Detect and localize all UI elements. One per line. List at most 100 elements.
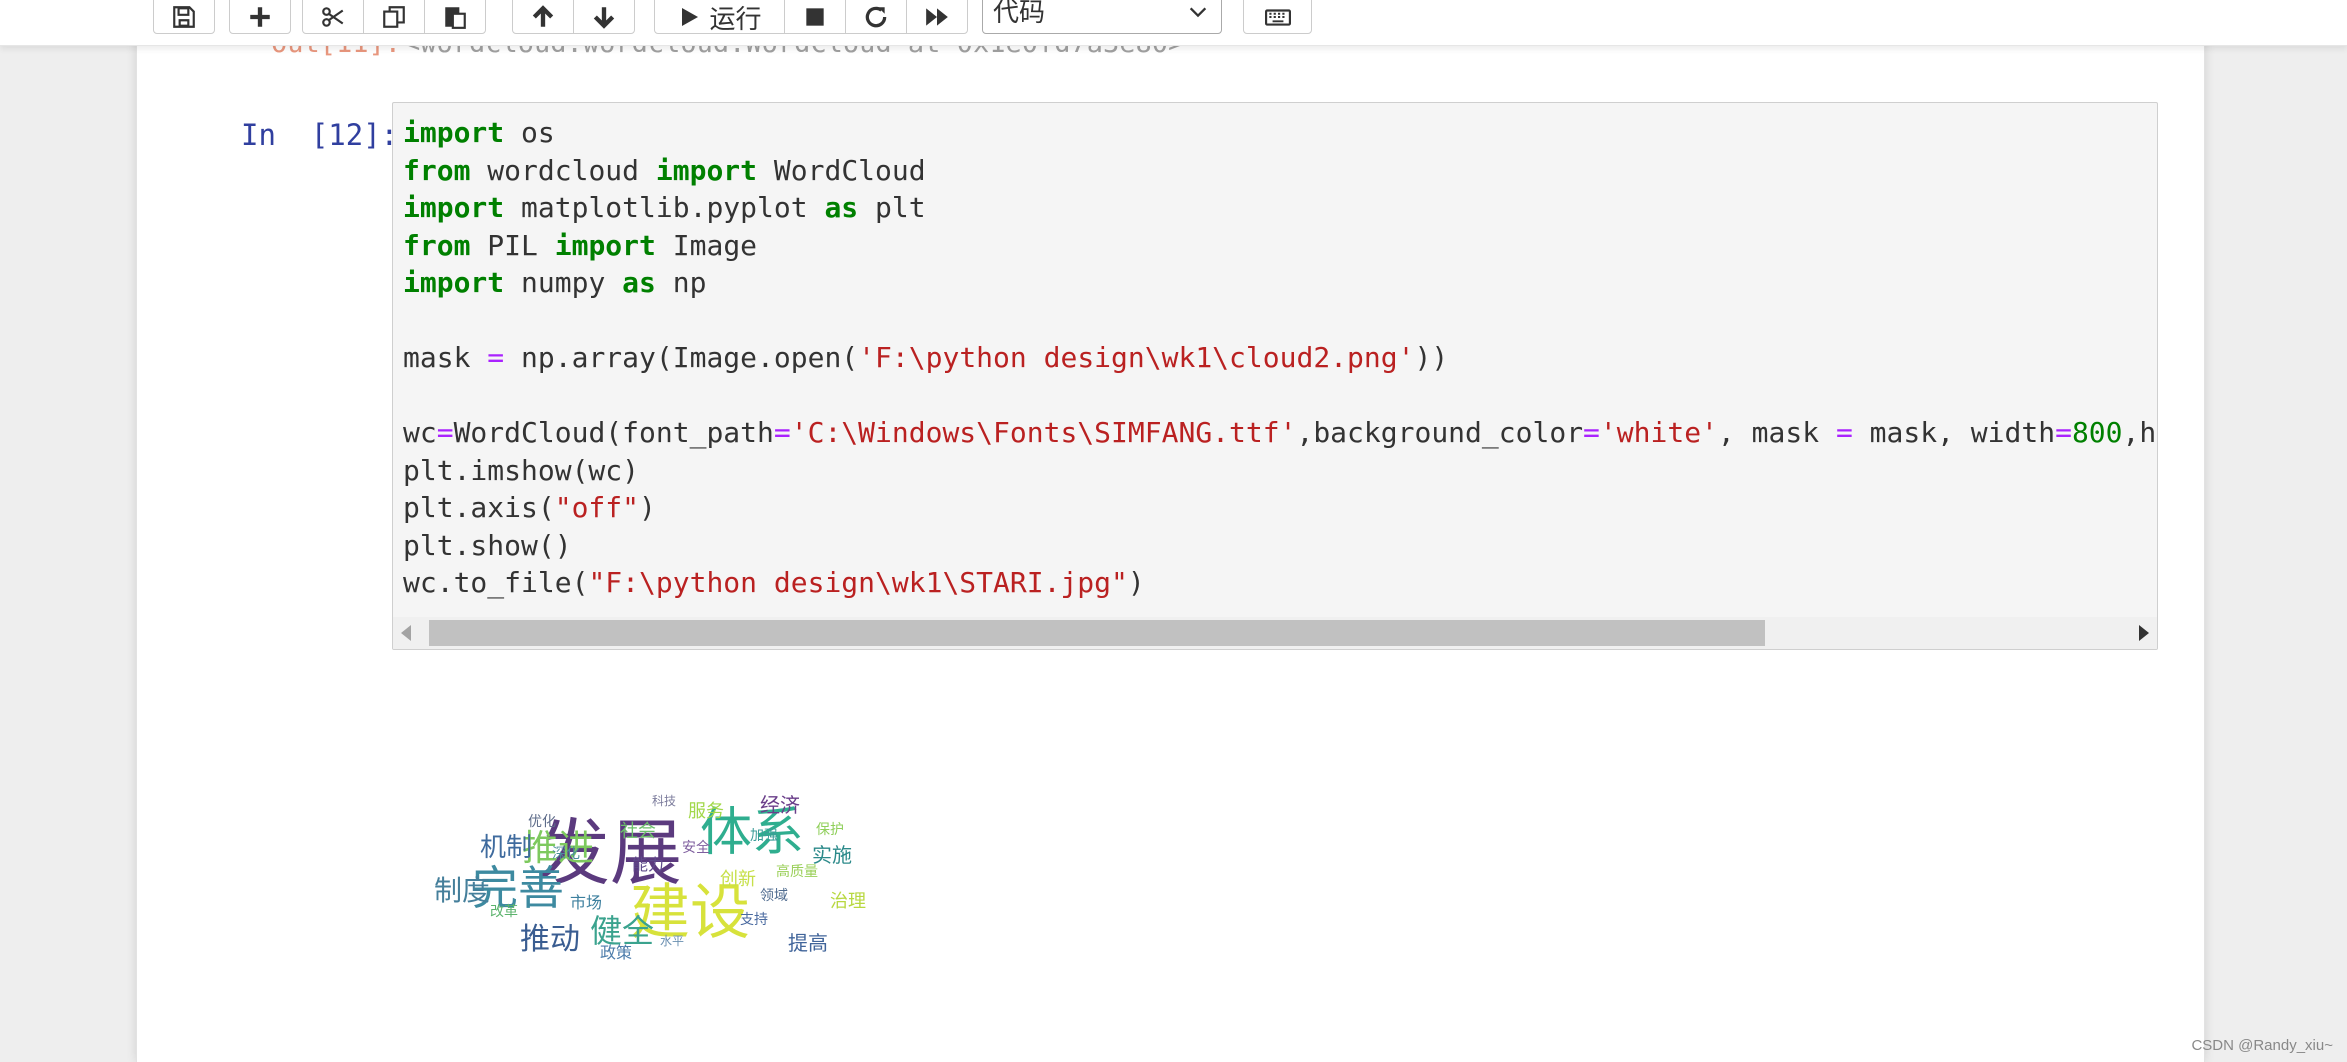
code-token: import: [403, 191, 505, 224]
code-token: =: [1583, 416, 1600, 449]
plus-icon: [250, 7, 270, 27]
insert-cell-button[interactable]: [229, 0, 291, 34]
move-up-button[interactable]: [512, 0, 574, 34]
fast-forward-icon: [926, 8, 948, 26]
code-line: from wordcloud import WordCloud: [403, 152, 2157, 190]
code-line: plt.axis("off"): [403, 489, 2157, 527]
stop-icon: [806, 8, 824, 26]
copy-button[interactable]: [363, 0, 425, 34]
move-group: [512, 0, 635, 34]
code-token: from: [403, 228, 471, 262]
code-token: =: [773, 416, 791, 449]
restart-button[interactable]: [845, 0, 907, 34]
run-button[interactable]: 运行: [654, 0, 785, 35]
wordcloud-word: 优化: [528, 814, 556, 830]
play-icon: [682, 8, 699, 26]
code-line: wc.to_file("F:\python design\wk1\STARI.j…: [403, 564, 2157, 602]
wordcloud-word: 提高: [788, 931, 828, 955]
wordcloud-word: 社会: [620, 821, 656, 842]
code-token: 'F:\python design\wk1\cloud2.png': [858, 341, 1415, 374]
wordcloud-word: 治理: [830, 891, 866, 912]
notebook-toolbar: 运行 代码: [0, 0, 2347, 46]
wordcloud-word: 支持: [740, 912, 768, 928]
wordcloud-image: 发展 体系 建设 完善 推进 机制 制度 推动 健全 经济 实施 提高 服务 优化 政策 社会 能力 深化 治理 领域…: [420, 785, 900, 995]
code-line: plt.imshow(wc): [403, 452, 2157, 490]
save-group: [153, 0, 215, 34]
keyboard-icon: [1264, 9, 1291, 26]
code-token: import: [554, 228, 656, 262]
code-token: ,background_color: [1296, 416, 1584, 449]
code-token: 'C:\Windows\Fonts\SIMFANG.ttf': [790, 416, 1297, 449]
code-line: import os: [403, 114, 2157, 152]
restart-icon: [865, 6, 887, 28]
arrow-down-icon: [593, 7, 615, 29]
run-button-label: 运行: [709, 4, 762, 35]
code-token: os: [504, 116, 555, 149]
restart-run-all-button[interactable]: [906, 0, 968, 34]
code-line: import numpy as np: [403, 264, 2157, 302]
move-down-button[interactable]: [573, 0, 635, 34]
wordcloud-word: 创新: [720, 869, 756, 890]
code-line: wc=WordCloud(font_path='C:\Windows\Fonts…: [403, 414, 2157, 452]
wordcloud-word: 深化: [552, 846, 580, 862]
cell-type-value: 代码: [993, 0, 1046, 28]
code-token: np.array(Image.open(: [504, 341, 859, 374]
wordcloud-word: 推动: [520, 922, 580, 957]
code-token: =: [436, 416, 454, 449]
scrollbar-thumb[interactable]: [429, 620, 1765, 646]
code-token: )): [1414, 341, 1449, 374]
interrupt-button[interactable]: [784, 0, 846, 34]
floppy-disk-icon: [173, 6, 195, 28]
wordcloud-word: 高质量: [776, 864, 818, 880]
wordcloud-word: 政策: [600, 943, 633, 962]
code-token: , mask: [1717, 416, 1836, 449]
code-token: wc: [403, 416, 437, 449]
code-token: =: [1835, 416, 1853, 449]
copy-icon: [383, 6, 405, 28]
code-token: import: [403, 116, 505, 149]
code-token: WordCloud(font_path: [453, 416, 774, 449]
run-group: 运行: [654, 0, 968, 35]
wordcloud-word: 经济: [760, 793, 800, 817]
code-line: from PIL import Image: [403, 227, 2157, 265]
cut-button[interactable]: [302, 0, 364, 34]
scroll-right-arrow-icon[interactable]: [2139, 625, 2149, 641]
edit-group: [302, 0, 486, 34]
code-editor[interactable]: import os from wordcloud import WordCloud…: [392, 102, 2158, 650]
code-token: =: [2055, 416, 2072, 449]
horizontal-scrollbar[interactable]: [393, 617, 2157, 649]
wordcloud-word: 科技: [652, 794, 677, 808]
code-token: "F:\python design\wk1\STARI.jpg": [588, 566, 1128, 599]
wordcloud-word: 服务: [688, 801, 724, 822]
scroll-left-arrow-icon[interactable]: [401, 625, 411, 641]
insert-group: [229, 0, 291, 34]
code-token: from: [403, 153, 471, 187]
save-button[interactable]: [153, 0, 215, 34]
wordcloud-word: 改革: [490, 904, 518, 920]
code-token: as: [824, 191, 859, 224]
keyboard-group: [1243, 0, 1312, 34]
code-token: "off": [554, 491, 640, 524]
command-palette-button[interactable]: [1243, 0, 1312, 34]
code-line: mask = np.array(Image.open('F:\python de…: [403, 339, 2157, 377]
wordcloud-word: 安全: [682, 840, 710, 856]
paste-icon: [445, 7, 466, 29]
code-token: 'white': [1599, 416, 1718, 449]
code-line: import matplotlib.pyplot as plt: [403, 189, 2157, 227]
code-token: PIL: [470, 228, 555, 262]
code-token: mask, width: [1852, 416, 2056, 449]
wordcloud-word: 保护: [816, 822, 844, 838]
code-token: matplotlib.pyplot: [504, 191, 825, 224]
paste-button[interactable]: [424, 0, 486, 34]
code-token: np: [655, 266, 707, 299]
wordcloud-word: 水平: [660, 934, 685, 948]
code-token: ,height: [2122, 416, 2157, 449]
cell-type-select[interactable]: 代码: [982, 0, 1222, 34]
code-line: plt.show(): [403, 527, 2157, 565]
code-token: Image: [655, 228, 758, 262]
code-token: import: [403, 266, 505, 299]
code-token: plt.axis(: [403, 491, 555, 524]
wordcloud-word: 制度: [434, 874, 491, 907]
code-token: =: [487, 341, 505, 374]
